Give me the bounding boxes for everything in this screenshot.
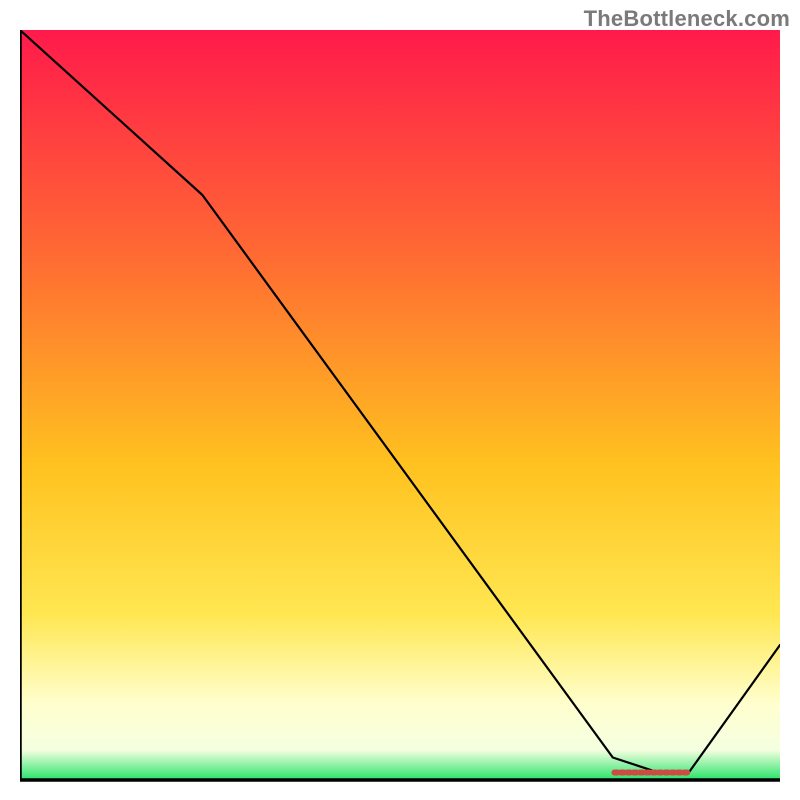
chart-svg xyxy=(20,30,780,790)
plot-area xyxy=(20,30,780,790)
attribution-watermark: TheBottleneck.com xyxy=(584,6,790,32)
chart-container: TheBottleneck.com xyxy=(0,0,800,800)
gradient-background xyxy=(20,30,780,780)
